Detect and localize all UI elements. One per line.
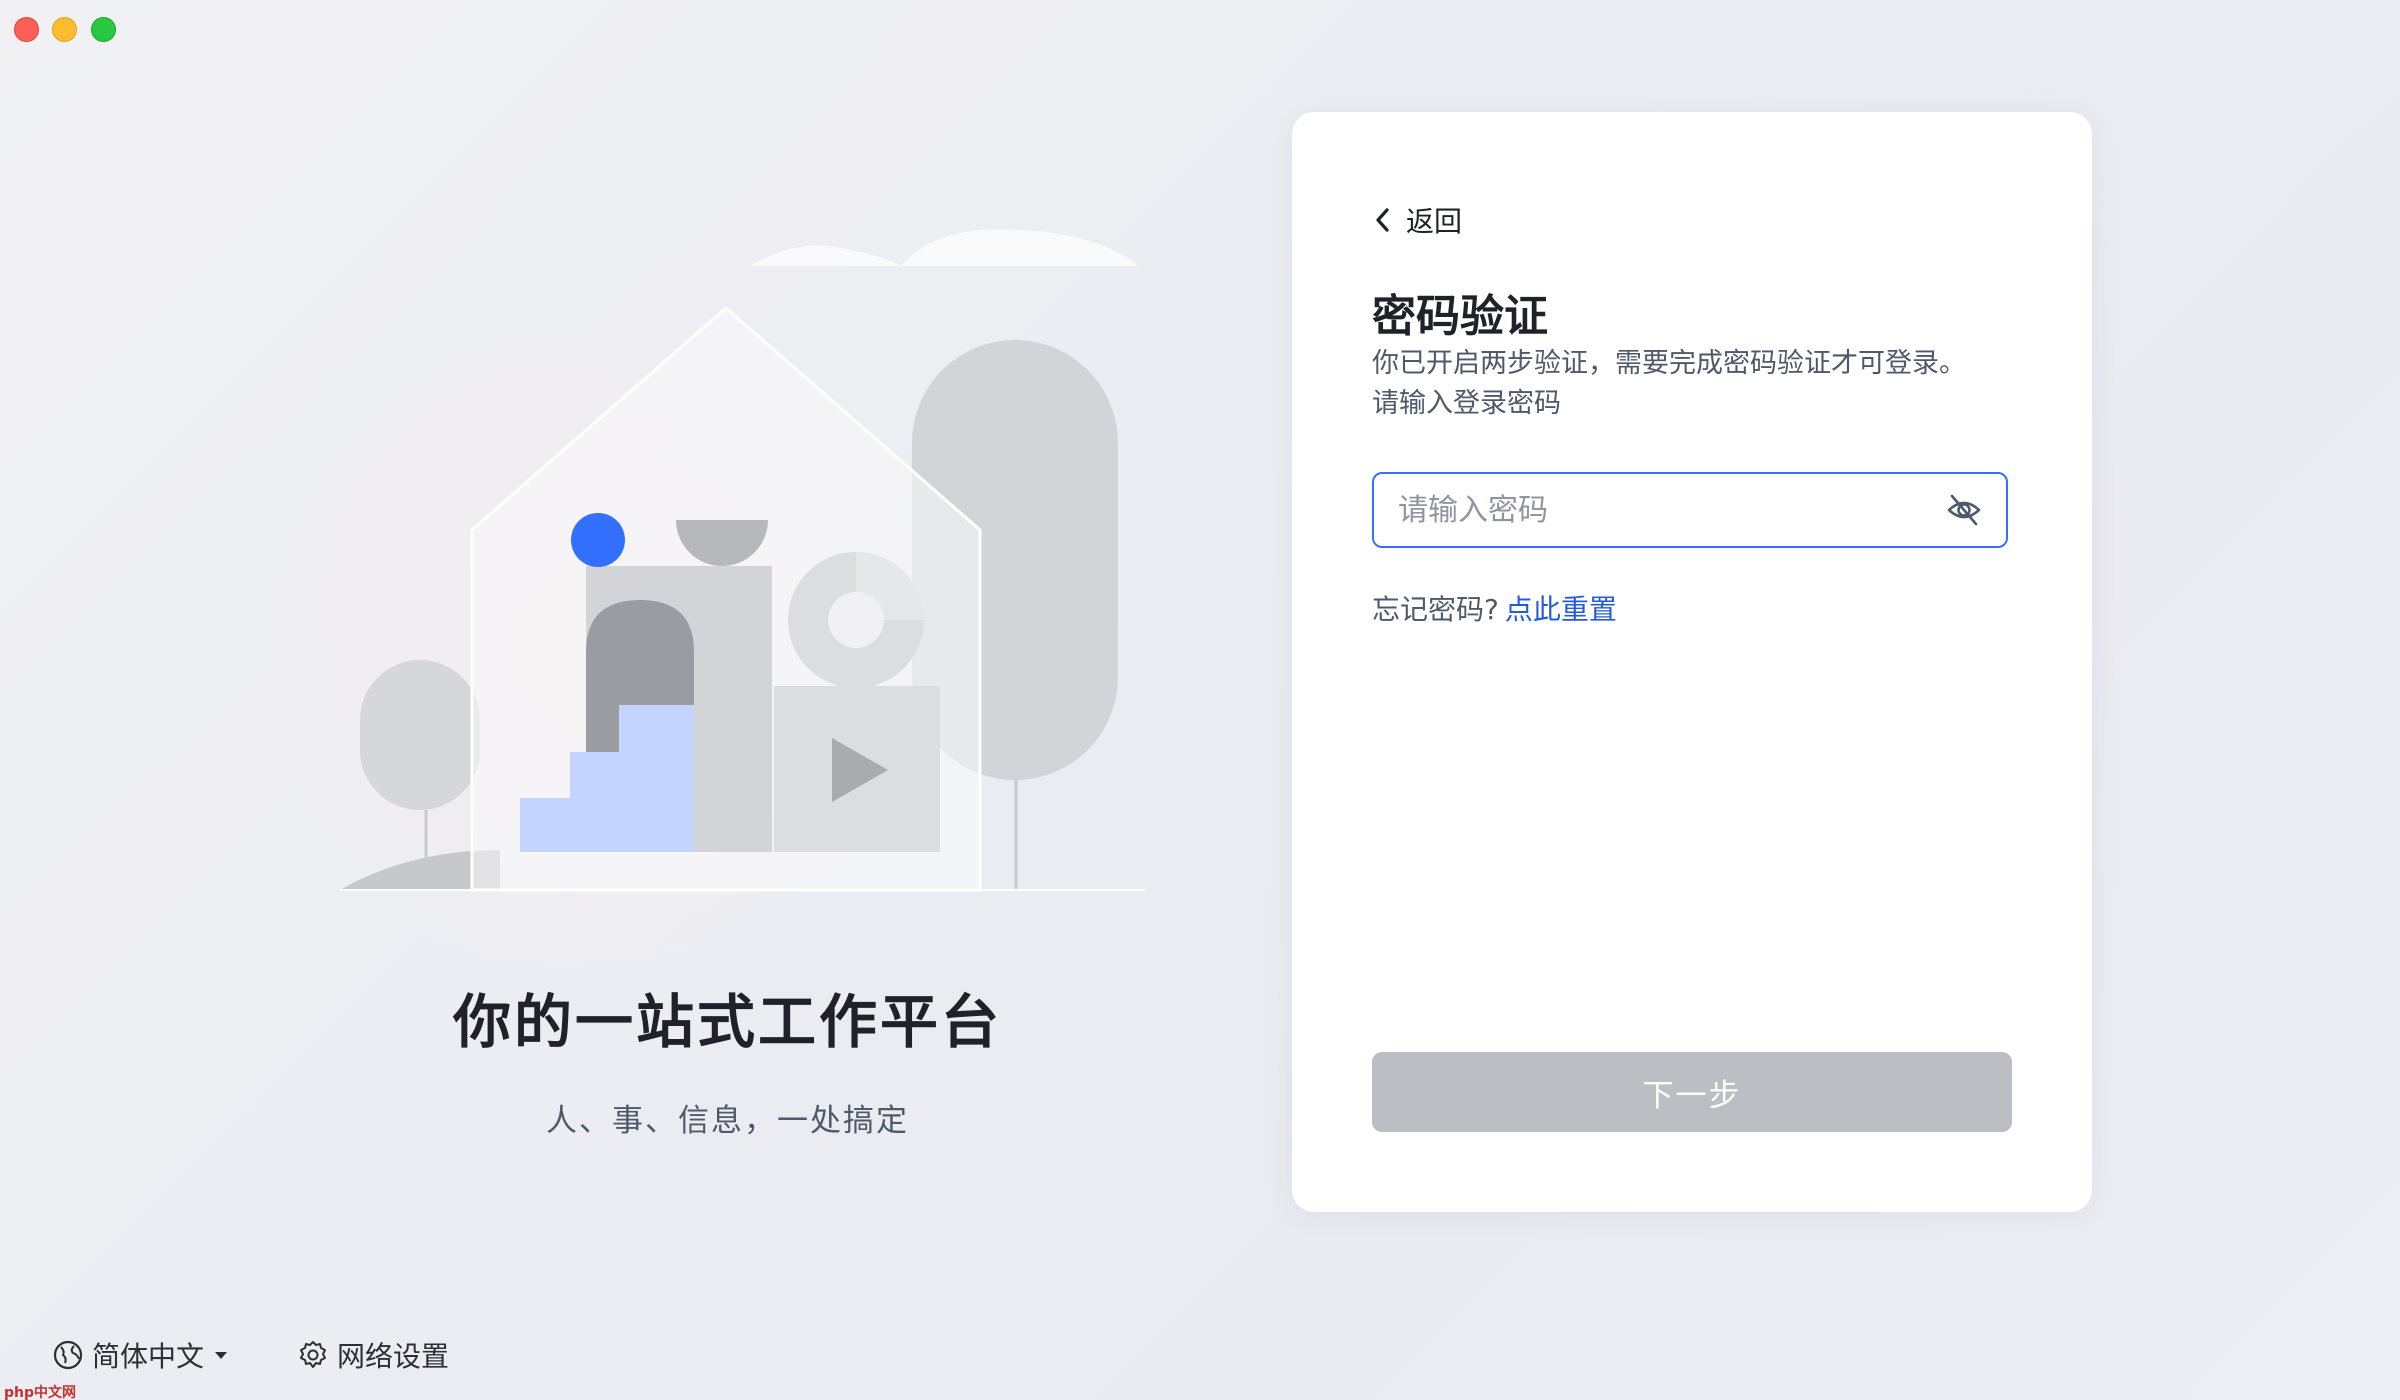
- language-selector[interactable]: 简体中文: [52, 1335, 232, 1375]
- window-close-button[interactable]: [14, 17, 39, 42]
- app-window: 你的一站式工作平台 人、事、信息，一处搞定 简体中文 网络设置 返回 密码验证 …: [0, 0, 2400, 1400]
- workspace-illustration: [340, 229, 1146, 892]
- slogan-title: 你的一站式工作平台: [452, 988, 1002, 1056]
- blue-dot: [571, 513, 625, 567]
- watermark: php中文网: [4, 1385, 77, 1400]
- page-title: 密码验证: [1372, 291, 1548, 342]
- next-step-button[interactable]: 下一步: [1372, 1052, 2012, 1132]
- description-line-1: 你已开启两步验证，需要完成密码验证才可登录。: [1372, 348, 1966, 379]
- window-minimize-button[interactable]: [52, 17, 77, 42]
- network-settings-button[interactable]: 网络设置: [297, 1335, 449, 1375]
- forgot-password-text: 忘记密码?: [1372, 593, 1499, 626]
- ring-inner: [828, 592, 884, 648]
- card-description: 你已开启两步验证，需要完成密码验证才可登录。 请输入登录密码: [1372, 344, 2012, 424]
- caret-down-icon: [215, 1352, 228, 1359]
- verification-card: 返回 密码验证 你已开启两步验证，需要完成密码验证才可登录。 请输入登录密码 忘…: [1292, 112, 2092, 1212]
- window-maximize-button[interactable]: [91, 17, 116, 42]
- eye-off-icon[interactable]: [1944, 490, 1984, 530]
- globe-icon: [53, 1340, 83, 1370]
- tree-left: [360, 660, 480, 810]
- back-button[interactable]: 返回: [1372, 200, 1462, 240]
- password-field[interactable]: [1372, 472, 2008, 548]
- language-label: 简体中文: [92, 1340, 205, 1373]
- slogan-subtitle: 人、事、信息，一处搞定: [546, 1103, 909, 1139]
- password-input[interactable]: [1396, 479, 1944, 541]
- reset-password-link[interactable]: 点此重置: [1505, 593, 1617, 626]
- forgot-password-row: 忘记密码? 点此重置: [1372, 588, 1617, 628]
- network-settings-label: 网络设置: [337, 1340, 450, 1373]
- description-line-2: 请输入登录密码: [1372, 388, 1561, 419]
- back-label: 返回: [1406, 205, 1463, 238]
- cloud-shape: [750, 229, 1138, 266]
- gear-icon: [300, 1341, 326, 1368]
- chevron-left-icon: [1376, 208, 1389, 232]
